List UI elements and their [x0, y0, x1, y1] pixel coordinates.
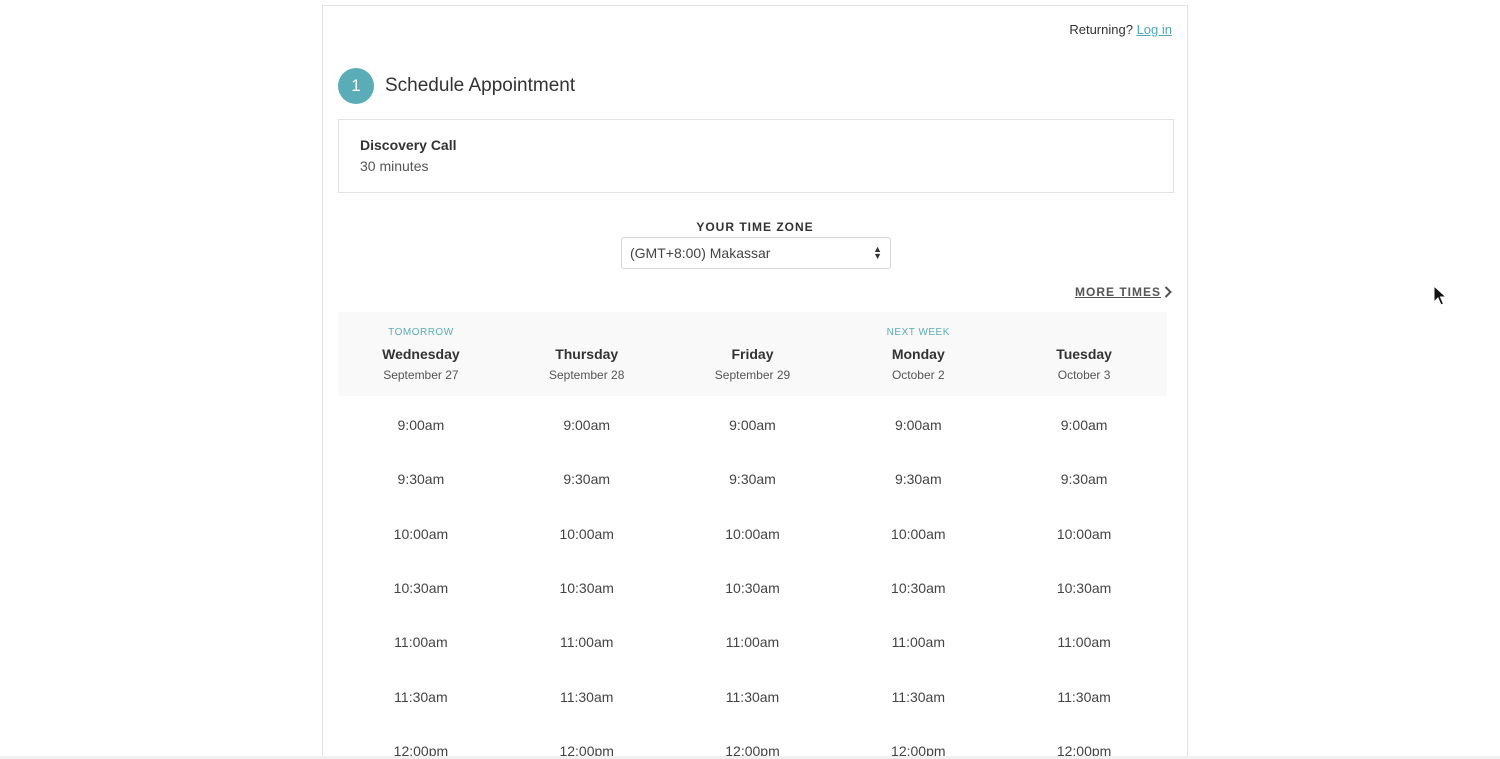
day-column-header: Tuesday October 3 — [1001, 312, 1167, 396]
time-slot[interactable]: 11:00am — [892, 615, 945, 669]
day-name: Friday — [731, 346, 774, 362]
slot-column: 9:00am 9:30am 10:00am 10:30am 11:00am 11… — [670, 398, 836, 759]
scheduler-card: Returning? Log in 1 Schedule Appointment… — [322, 5, 1188, 759]
time-slot[interactable]: 10:30am — [1057, 561, 1111, 615]
day-column-header: TOMORROW Wednesday September 27 — [338, 312, 504, 396]
time-slot[interactable]: 9:30am — [398, 452, 445, 506]
timezone-select[interactable]: (GMT+8:00) Makassar ▲ ▼ — [621, 237, 891, 269]
time-slot[interactable]: 11:30am — [560, 669, 613, 723]
time-slot[interactable]: 11:30am — [394, 669, 447, 723]
time-slot[interactable]: 11:30am — [892, 669, 945, 723]
time-slot[interactable]: 11:00am — [726, 615, 779, 669]
returning-login: Returning? Log in — [1069, 22, 1172, 37]
day-tag: TOMORROW — [388, 327, 454, 338]
time-slot[interactable]: 12:00pm — [394, 724, 448, 759]
day-column-header: NEXT WEEK Monday October 2 — [835, 312, 1001, 396]
time-slot[interactable]: 12:00pm — [725, 724, 779, 759]
login-link[interactable]: Log in — [1137, 22, 1172, 37]
time-slot[interactable]: 11:00am — [1057, 615, 1110, 669]
slot-column: 9:00am 9:30am 10:00am 10:30am 11:00am 11… — [1001, 398, 1167, 759]
time-slot[interactable]: 11:00am — [560, 615, 613, 669]
appointment-name: Discovery Call — [360, 137, 457, 153]
page-title: Schedule Appointment — [385, 75, 576, 96]
time-slot[interactable]: 12:00pm — [891, 724, 945, 759]
day-name: Tuesday — [1056, 346, 1112, 362]
more-times-label: MORE TIMES — [1074, 285, 1161, 299]
returning-text: Returning? — [1069, 22, 1133, 37]
day-column-header: Thursday September 28 — [504, 312, 670, 396]
chevron-right-icon — [1164, 286, 1172, 298]
day-date: September 28 — [549, 368, 625, 382]
time-slot[interactable]: 9:30am — [895, 452, 942, 506]
day-date: October 3 — [1057, 368, 1111, 382]
time-slot[interactable]: 9:30am — [563, 452, 610, 506]
day-name: Thursday — [555, 346, 619, 362]
day-date: September 29 — [714, 368, 791, 382]
time-slot[interactable]: 12:00pm — [559, 724, 613, 759]
mouse-pointer-icon — [1433, 285, 1447, 306]
time-slot[interactable]: 10:00am — [394, 507, 448, 561]
time-slot[interactable]: 10:00am — [559, 507, 613, 561]
time-slot[interactable]: 10:30am — [891, 561, 945, 615]
day-name: Wednesday — [382, 346, 460, 362]
time-slot[interactable]: 10:00am — [891, 507, 945, 561]
slot-column: 9:00am 9:30am 10:00am 10:30am 11:00am 11… — [835, 398, 1001, 759]
appointment-duration: 30 minutes — [360, 158, 429, 174]
more-times-link[interactable]: MORE TIMES — [1075, 285, 1172, 299]
time-slot[interactable]: 9:00am — [398, 398, 445, 452]
timezone-selected-value: (GMT+8:00) Makassar — [630, 245, 771, 261]
day-tag: NEXT WEEK — [886, 327, 950, 338]
day-header-row: TOMORROW Wednesday September 27 Thursday… — [338, 312, 1167, 396]
day-date: October 2 — [891, 368, 945, 382]
time-slot[interactable]: 10:30am — [394, 561, 448, 615]
slot-column: 9:00am 9:30am 10:00am 10:30am 11:00am 11… — [338, 398, 504, 759]
day-name: Monday — [891, 346, 945, 362]
step-number-badge: 1 — [338, 68, 374, 104]
time-slot[interactable]: 11:30am — [726, 669, 779, 723]
appointment-summary: Discovery Call 30 minutes — [338, 119, 1174, 193]
day-column-header: Friday September 29 — [670, 312, 836, 396]
time-slot[interactable]: 9:00am — [729, 398, 776, 452]
time-slot[interactable]: 9:30am — [729, 452, 776, 506]
time-slot[interactable]: 10:30am — [559, 561, 613, 615]
time-slot[interactable]: 11:30am — [1057, 669, 1110, 723]
time-slot[interactable]: 9:00am — [895, 398, 942, 452]
day-date: September 27 — [383, 368, 459, 382]
time-slot[interactable]: 11:00am — [394, 615, 447, 669]
time-slot[interactable]: 10:00am — [1057, 507, 1111, 561]
step-header: 1 Schedule Appointment — [338, 68, 575, 104]
time-slot[interactable]: 9:00am — [563, 398, 610, 452]
timezone-label: YOUR TIME ZONE — [696, 220, 814, 234]
time-slot[interactable]: 9:00am — [1061, 398, 1108, 452]
page: Returning? Log in 1 Schedule Appointment… — [0, 0, 1500, 759]
slot-column: 9:00am 9:30am 10:00am 10:30am 11:00am 11… — [504, 398, 670, 759]
time-slot[interactable]: 10:30am — [725, 561, 779, 615]
time-slots-grid: 9:00am 9:30am 10:00am 10:30am 11:00am 11… — [338, 398, 1167, 759]
time-slot[interactable]: 12:00pm — [1057, 724, 1111, 759]
select-arrows-icon: ▲ ▼ — [873, 244, 882, 261]
time-slot[interactable]: 9:30am — [1061, 452, 1108, 506]
time-slot[interactable]: 10:00am — [725, 507, 779, 561]
